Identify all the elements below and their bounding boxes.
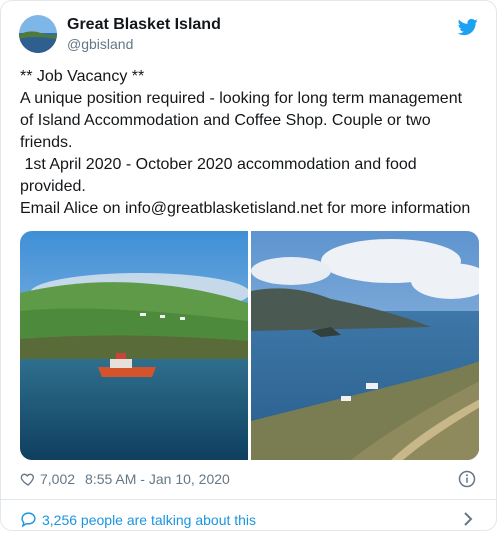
- tweet-line: friends.: [20, 134, 73, 151]
- divider: [1, 499, 496, 500]
- speech-bubble-icon: [21, 512, 36, 528]
- conversation-label[interactable]: 3,256 people are talking about this: [42, 512, 256, 528]
- twitter-bird-icon[interactable]: [458, 17, 478, 37]
- tweet-line: A unique position required - looking for…: [20, 90, 463, 107]
- heart-icon[interactable]: [20, 471, 36, 487]
- tweet-line: 1st April 2020 - October 2020 accommodat…: [20, 156, 417, 173]
- author-name[interactable]: Great Blasket Island: [67, 16, 221, 34]
- tweet-timestamp[interactable]: 8:55 AM - Jan 10, 2020: [85, 471, 230, 487]
- photo-boat-island[interactable]: [20, 231, 249, 460]
- tweet-line: provided.: [20, 178, 86, 195]
- tweet-media: [20, 231, 479, 460]
- author-handle[interactable]: @gbisland: [67, 36, 133, 52]
- tweet-card: Great Blasket Island @gbisland ** Job Va…: [0, 0, 497, 531]
- tweet-text: ** Job Vacancy ** A unique position requ…: [20, 66, 482, 220]
- profile-avatar[interactable]: [19, 15, 57, 53]
- tweet-line: ** Job Vacancy **: [20, 68, 145, 85]
- info-icon[interactable]: [458, 470, 476, 488]
- tweet-line: of Island Accommodation and Coffee Shop.…: [20, 112, 431, 129]
- conversation-link[interactable]: 3,256 people are talking about this: [20, 511, 256, 528]
- photo-coastal-path[interactable]: [250, 231, 479, 460]
- like-count[interactable]: 7,002: [40, 471, 75, 487]
- tweet-meta: 7,002 8:55 AM - Jan 10, 2020: [20, 471, 230, 487]
- tweet-line: Email Alice on info@greatblasketisland.n…: [20, 200, 471, 217]
- chevron-right-icon[interactable]: [462, 511, 474, 527]
